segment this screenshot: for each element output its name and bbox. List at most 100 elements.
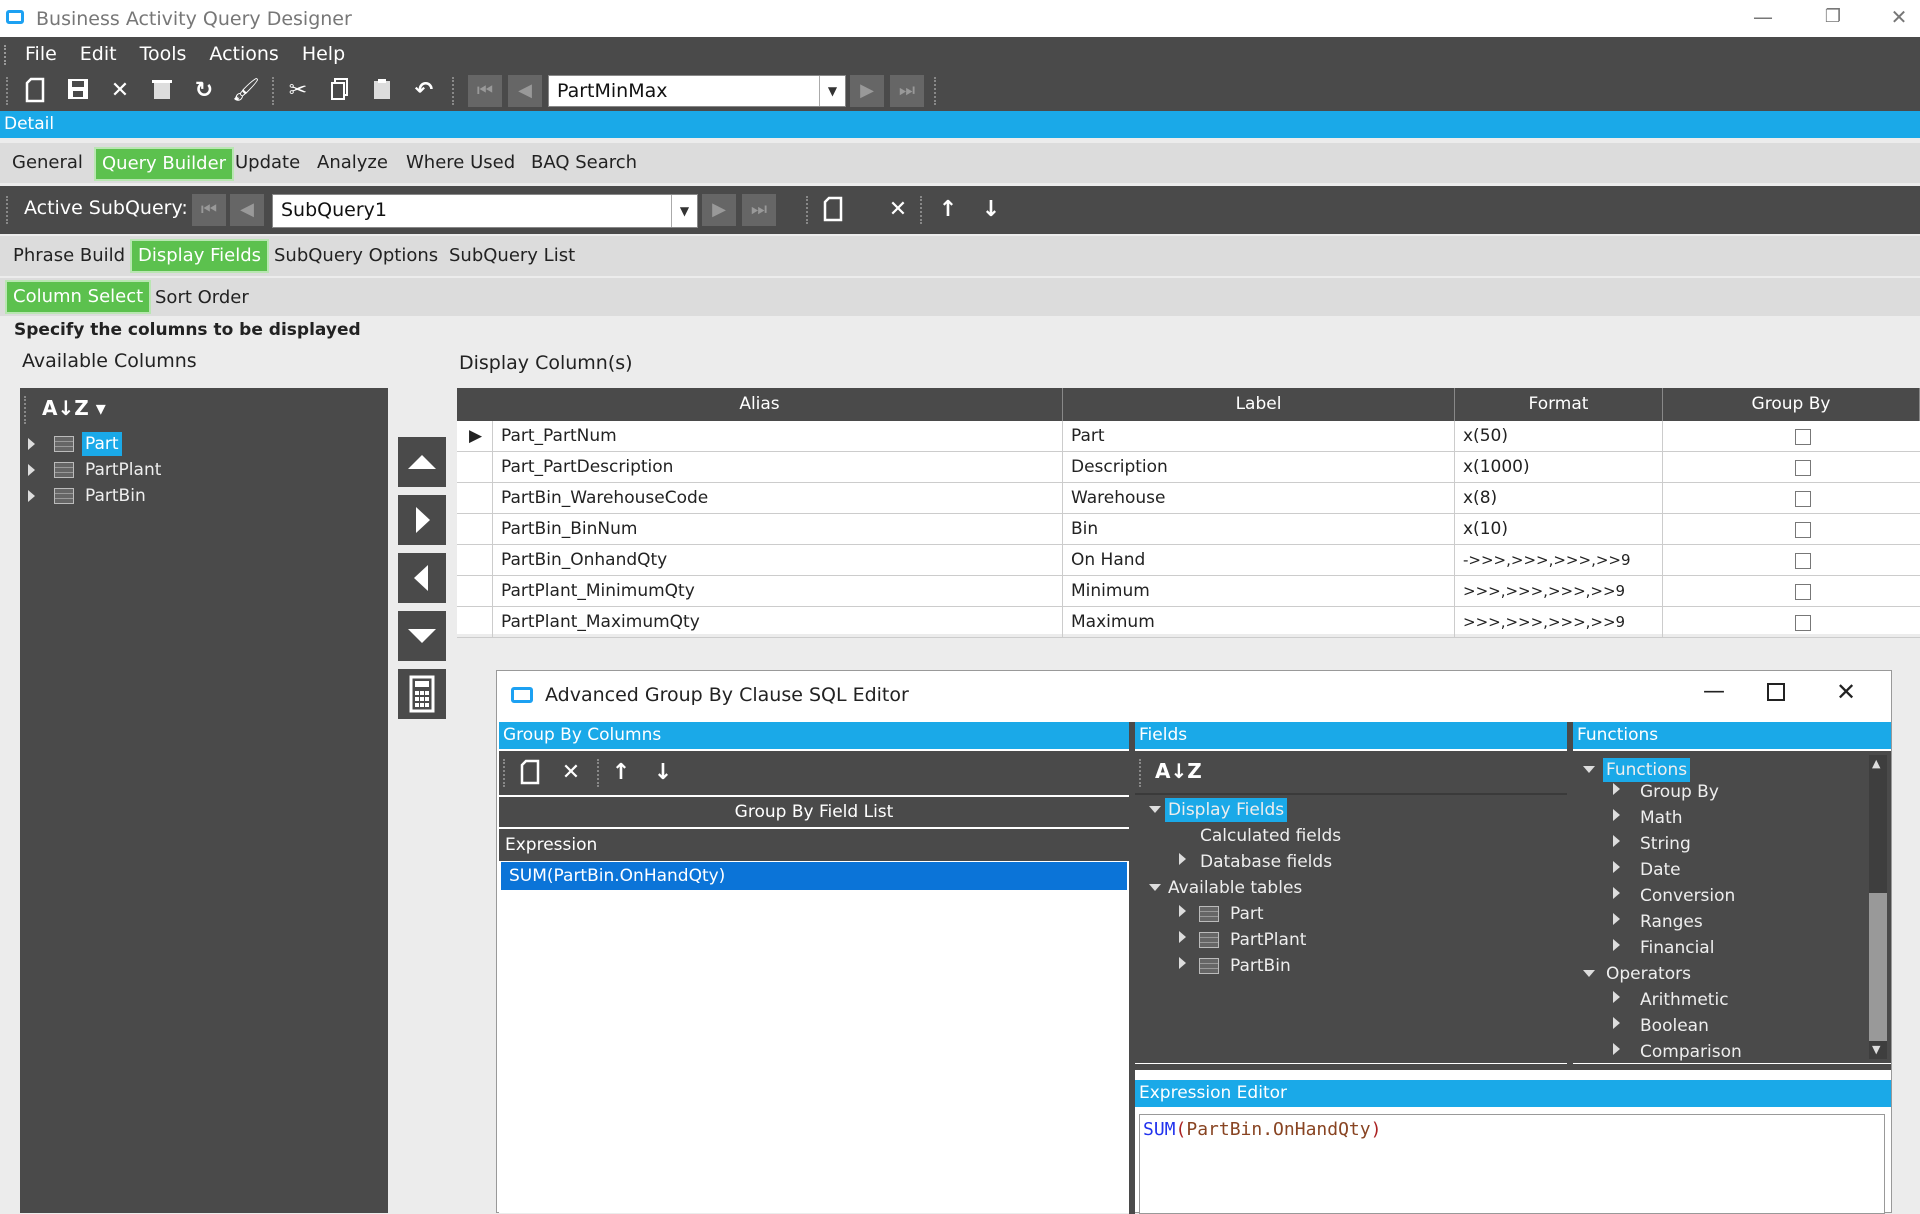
scroll-up-icon[interactable]: ▲ [1872, 757, 1880, 770]
group-by-checkbox[interactable] [1795, 460, 1811, 476]
tree-item-conversion[interactable]: Conversion [1640, 884, 1735, 908]
tab-subquery-list[interactable]: SubQuery List [449, 241, 575, 271]
label-cell[interactable]: Description [1063, 452, 1455, 483]
label-cell[interactable]: Minimum [1063, 576, 1455, 607]
column-header-label[interactable]: Label [1063, 388, 1455, 421]
new-icon[interactable] [517, 759, 545, 787]
alias-cell[interactable]: Part_PartNum [493, 421, 1063, 452]
expand-icon[interactable] [1179, 957, 1186, 969]
column-header-alias[interactable]: Alias [457, 388, 1063, 421]
table-row[interactable]: Part_PartDescription Description x(1000) [457, 452, 1920, 483]
save-icon[interactable] [64, 77, 92, 105]
tab-baq-search[interactable]: BAQ Search [531, 148, 637, 178]
move-down-icon[interactable]: ↓ [649, 759, 677, 787]
group-by-checkbox[interactable] [1795, 491, 1811, 507]
tab-analyze[interactable]: Analyze [317, 148, 388, 178]
group-by-checkbox[interactable] [1795, 615, 1811, 631]
tree-item-partbin[interactable]: PartBin [20, 484, 380, 508]
last-record-button[interactable]: ⏭ [890, 75, 924, 107]
table-row[interactable]: PartBin_WarehouseCode Warehouse x(8) [457, 483, 1920, 514]
undo-icon[interactable]: ↶ [410, 77, 438, 105]
expand-icon[interactable] [1613, 887, 1620, 899]
sort-az-icon[interactable]: A↓Z ▾ [42, 396, 106, 420]
tree-item-partplant[interactable]: PartPlant [1230, 928, 1306, 952]
tab-update[interactable]: Update [235, 148, 300, 178]
tab-where-used[interactable]: Where Used [406, 148, 515, 178]
collapse-icon[interactable] [1583, 970, 1595, 977]
column-header-format[interactable]: Format [1455, 388, 1663, 421]
dialog-close-button[interactable]: ✕ [1829, 678, 1863, 708]
fields-tree[interactable]: A↓Z Display Fields Calculated fields Dat… [1135, 751, 1567, 1063]
subquery-combo[interactable]: SubQuery1 ▼ [272, 194, 698, 228]
expand-icon[interactable] [1613, 1017, 1620, 1029]
table-row[interactable]: PartBin_BinNum Bin x(10) [457, 514, 1920, 545]
first-record-button[interactable]: ⏮ [468, 75, 502, 107]
format-cell[interactable]: x(10) [1455, 514, 1663, 545]
collapse-icon[interactable] [1149, 884, 1161, 891]
format-cell[interactable]: x(1000) [1455, 452, 1663, 483]
group-by-checkbox[interactable] [1795, 584, 1811, 600]
expression-editor-input[interactable]: SUM(PartBin.OnHandQty) [1139, 1114, 1885, 1214]
menu-actions[interactable]: Actions [196, 37, 288, 71]
dialog-minimize-button[interactable]: — [1697, 679, 1731, 709]
tree-item-financial[interactable]: Financial [1640, 936, 1714, 960]
expand-icon[interactable] [1613, 835, 1620, 847]
tree-item-partbin[interactable]: PartBin [1230, 954, 1291, 978]
expand-icon[interactable] [28, 464, 35, 476]
alias-cell[interactable]: PartPlant_MaximumQty [493, 607, 1063, 638]
expand-icon[interactable] [1179, 853, 1186, 865]
column-header-group-by[interactable]: Group By [1663, 388, 1920, 421]
table-row[interactable]: PartPlant_MaximumQty Maximum >>>,>>>,>>>… [457, 607, 1920, 638]
expand-icon[interactable] [1613, 861, 1620, 873]
list-item[interactable]: SUM(PartBin.OnHandQty) [501, 862, 1127, 890]
tab-general[interactable]: General [12, 148, 83, 178]
collapse-icon[interactable] [1583, 766, 1595, 773]
format-cell[interactable]: ->>>,>>>,>>>,>>9 [1455, 545, 1663, 576]
tree-item-calculated-fields[interactable]: Calculated fields [1200, 824, 1341, 848]
label-cell[interactable]: Maximum [1063, 607, 1455, 638]
table-row[interactable]: PartPlant_MinimumQty Minimum >>>,>>>,>>>… [457, 576, 1920, 607]
tree-item-math[interactable]: Math [1640, 806, 1683, 830]
delete-icon[interactable]: ✕ [106, 77, 134, 105]
move-up-icon[interactable]: ↑ [934, 196, 962, 224]
brush-icon[interactable]: 🖌 [232, 77, 260, 105]
next-subquery-button[interactable]: ▶ [702, 194, 736, 226]
splitter[interactable] [1135, 1064, 1891, 1070]
alias-cell[interactable]: PartBin_OnhandQty [493, 545, 1063, 576]
scroll-down-icon[interactable]: ▼ [1872, 1043, 1880, 1056]
menu-help[interactable]: Help [289, 37, 355, 71]
expand-icon[interactable] [28, 438, 35, 450]
tree-item-string[interactable]: String [1640, 832, 1691, 856]
delete-icon[interactable]: ✕ [557, 759, 585, 787]
delete-subquery-icon[interactable]: ✕ [884, 196, 912, 224]
expression-column-header[interactable]: Expression [499, 829, 1129, 861]
alias-cell[interactable]: PartPlant_MinimumQty [493, 576, 1063, 607]
remove-column-button[interactable] [398, 553, 446, 603]
expand-icon[interactable] [1613, 1043, 1620, 1055]
close-button[interactable]: ✕ [1884, 4, 1914, 30]
tree-item-boolean[interactable]: Boolean [1640, 1014, 1709, 1038]
chevron-down-icon[interactable]: ▼ [819, 76, 845, 106]
alias-cell[interactable]: PartBin_BinNum [493, 514, 1063, 545]
move-column-up-button[interactable] [398, 437, 446, 487]
table-row[interactable]: ▶ Part_PartNum Part x(50) [457, 421, 1920, 452]
tree-item-display-fields[interactable]: Display Fields [1165, 798, 1288, 822]
last-subquery-button[interactable]: ⏭ [742, 194, 776, 226]
menu-edit[interactable]: Edit [67, 37, 127, 71]
scrollbar-thumb[interactable] [1869, 893, 1887, 1041]
prev-subquery-button[interactable]: ◀ [230, 194, 264, 226]
minimize-button[interactable]: — [1748, 4, 1778, 30]
expand-icon[interactable] [1179, 931, 1186, 943]
prev-record-button[interactable]: ◀ [508, 75, 542, 107]
label-cell[interactable]: Warehouse [1063, 483, 1455, 514]
alias-cell[interactable]: PartBin_WarehouseCode [493, 483, 1063, 514]
expand-icon[interactable] [1613, 913, 1620, 925]
format-cell[interactable]: x(8) [1455, 483, 1663, 514]
label-cell[interactable]: On Hand [1063, 545, 1455, 576]
label-cell[interactable]: Part [1063, 421, 1455, 452]
refresh-icon[interactable]: ↻ [190, 77, 218, 105]
new-icon[interactable] [22, 77, 50, 105]
dialog-maximize-button[interactable] [1767, 683, 1785, 701]
alias-cell[interactable]: Part_PartDescription [493, 452, 1063, 483]
query-id-combo[interactable]: PartMinMax ▼ [548, 75, 846, 107]
